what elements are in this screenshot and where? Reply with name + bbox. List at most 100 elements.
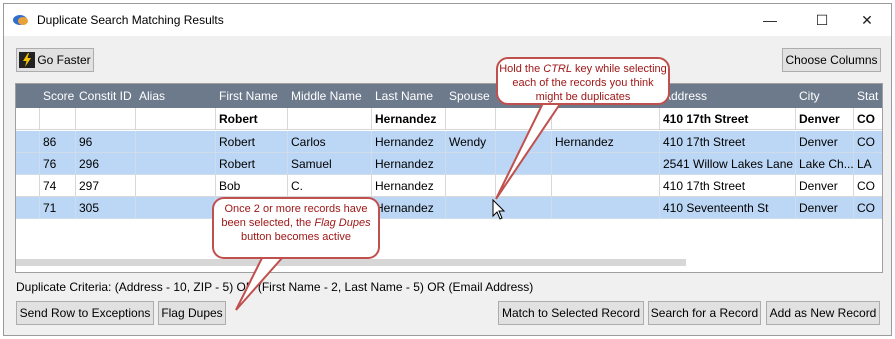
app-icon xyxy=(13,15,28,25)
grid-cell[interactable]: Carlos xyxy=(288,131,372,153)
grid-cell[interactable]: 71 xyxy=(40,197,76,219)
grid-cell[interactable]: 296 xyxy=(76,153,136,175)
title-bar[interactable]: Duplicate Search Matching Results — ☐ ✕ xyxy=(4,4,891,36)
maximize-button[interactable]: ☐ xyxy=(799,4,845,36)
grid-cell[interactable] xyxy=(16,197,40,219)
grid-cell xyxy=(76,108,136,130)
grid-cell[interactable] xyxy=(446,175,496,197)
grid-cell[interactable]: Hernandez xyxy=(372,131,446,153)
grid-cell[interactable] xyxy=(496,175,552,197)
grid-cell: Hernandez xyxy=(372,108,446,130)
grid-cell[interactable]: 410 17th Street xyxy=(660,175,796,197)
grid-cell[interactable]: Denver xyxy=(796,175,854,197)
send-row-to-exceptions-button[interactable]: Send Row to Exceptions xyxy=(16,301,154,325)
match-to-selected-record-button[interactable]: Match to Selected Record xyxy=(498,301,644,325)
grid-cell[interactable]: Samuel xyxy=(288,153,372,175)
grid-cell[interactable]: 297 xyxy=(76,175,136,197)
grid-cell[interactable]: Bob xyxy=(216,175,288,197)
grid-cell: 410 17th Street xyxy=(660,108,796,130)
column-header-first-name[interactable]: First Name xyxy=(216,84,288,108)
search-for-a-record-button[interactable]: Search for a Record xyxy=(648,301,761,325)
grid-cell[interactable] xyxy=(16,153,40,175)
grid-cell[interactable] xyxy=(136,175,216,197)
grid-cell[interactable] xyxy=(446,197,496,219)
callout-emphasis: Flag Dupes xyxy=(314,217,371,229)
callout-emphasis: CTRL xyxy=(543,63,572,75)
go-faster-button[interactable]: Go Faster xyxy=(16,48,94,72)
grid-cell xyxy=(288,108,372,130)
grid-cell[interactable]: 74 xyxy=(40,175,76,197)
column-header-constit-id[interactable]: Constit ID xyxy=(76,84,136,108)
grid-cell[interactable] xyxy=(552,175,660,197)
grid-cell[interactable]: Robert xyxy=(216,153,288,175)
flag-dupes-button[interactable]: Flag Dupes xyxy=(158,301,226,325)
grid-cell[interactable]: 410 Seventeenth St xyxy=(660,197,796,219)
grid-cell[interactable]: CO xyxy=(854,131,882,153)
grid-cell[interactable]: Hernandez xyxy=(372,197,446,219)
table-row[interactable]: 86 96 Robert Carlos Hernandez Wendy Hern… xyxy=(16,131,882,153)
table-row[interactable]: 74 297 Bob C. Hernandez 410 17th Street … xyxy=(16,175,882,197)
grid-cell[interactable]: CO xyxy=(854,197,882,219)
callout-text: button becomes active xyxy=(240,231,352,243)
grid-cell[interactable] xyxy=(136,131,216,153)
go-faster-label: Go Faster xyxy=(37,53,91,67)
callout-text: Hold the xyxy=(499,63,544,75)
grid-cell[interactable]: LA xyxy=(854,153,882,175)
table-row[interactable]: 76 296 Robert Samuel Hernandez 2541 Will… xyxy=(16,153,882,175)
grid-cell[interactable]: C. xyxy=(288,175,372,197)
grid-cell: Robert xyxy=(216,108,288,130)
duplicate-criteria-text: Duplicate Criteria: (Address - 10, ZIP -… xyxy=(16,280,534,294)
minimize-button[interactable]: — xyxy=(747,4,793,36)
grid-cell[interactable]: Hernandez xyxy=(372,175,446,197)
grid-cell[interactable]: 410 17th Street xyxy=(660,131,796,153)
add-as-new-record-button[interactable]: Add as New Record xyxy=(766,301,880,325)
column-header-score[interactable]: Score xyxy=(40,84,76,108)
grid-cell[interactable] xyxy=(552,197,660,219)
grid-cell[interactable]: Robert xyxy=(216,131,288,153)
horizontal-scrollbar[interactable] xyxy=(16,259,686,266)
grid-cell[interactable]: Lake Ch... xyxy=(796,153,854,175)
grid-cell[interactable]: Denver xyxy=(796,197,854,219)
grid-cell[interactable]: 305 xyxy=(76,197,136,219)
grid-cell[interactable]: CO xyxy=(854,175,882,197)
grid-cell[interactable]: Hernandez xyxy=(372,153,446,175)
grid-cell[interactable]: Wendy xyxy=(446,131,496,153)
ctrl-key-callout: Hold the CTRL key while selecting each o… xyxy=(496,57,670,105)
grid-cell[interactable] xyxy=(496,153,552,175)
choose-columns-button[interactable]: Choose Columns xyxy=(782,48,881,72)
grid-cell[interactable] xyxy=(136,197,216,219)
column-header-middle-name[interactable]: Middle Name xyxy=(288,84,372,108)
column-header-last-name[interactable]: Last Name xyxy=(372,84,446,108)
column-header-selector[interactable] xyxy=(16,84,40,108)
column-header-state[interactable]: Stat xyxy=(854,84,882,108)
grid-cell[interactable]: 86 xyxy=(40,131,76,153)
window-title: Duplicate Search Matching Results xyxy=(37,13,224,27)
grid-cell[interactable]: 96 xyxy=(76,131,136,153)
close-button[interactable]: ✕ xyxy=(844,4,890,36)
column-header-alias[interactable]: Alias xyxy=(136,84,216,108)
column-header-address[interactable]: Address xyxy=(660,84,796,108)
grid-header: Score Constit ID Alias First Name Middle… xyxy=(16,84,882,108)
table-row[interactable]: 71 305 Hernandez 410 Seventeenth St Denv… xyxy=(16,197,882,219)
grid-cell xyxy=(446,108,496,130)
grid-cell[interactable] xyxy=(16,175,40,197)
grid-cell xyxy=(552,108,660,130)
grid-cell[interactable] xyxy=(496,197,552,219)
grid-cell[interactable]: Denver xyxy=(796,131,854,153)
results-grid: Score Constit ID Alias First Name Middle… xyxy=(15,83,883,273)
criteria-row: Robert Hernandez 410 17th Street Denver … xyxy=(16,108,882,130)
duplicate-search-window: Duplicate Search Matching Results — ☐ ✕ … xyxy=(3,3,892,336)
grid-cell[interactable] xyxy=(136,153,216,175)
lightning-icon xyxy=(19,52,36,68)
grid-cell[interactable]: 76 xyxy=(40,153,76,175)
grid-cell[interactable] xyxy=(496,131,552,153)
grid-cell[interactable] xyxy=(552,153,660,175)
grid-cell[interactable]: 2541 Willow Lakes Lane xyxy=(660,153,796,175)
grid-cell[interactable] xyxy=(16,131,40,153)
column-header-city[interactable]: City xyxy=(796,84,854,108)
grid-cell[interactable] xyxy=(446,153,496,175)
grid-cell: CO xyxy=(854,108,882,130)
grid-cell[interactable]: Hernandez xyxy=(552,131,660,153)
grid-cell xyxy=(496,108,552,130)
column-header-spouse[interactable]: Spouse xyxy=(446,84,496,108)
